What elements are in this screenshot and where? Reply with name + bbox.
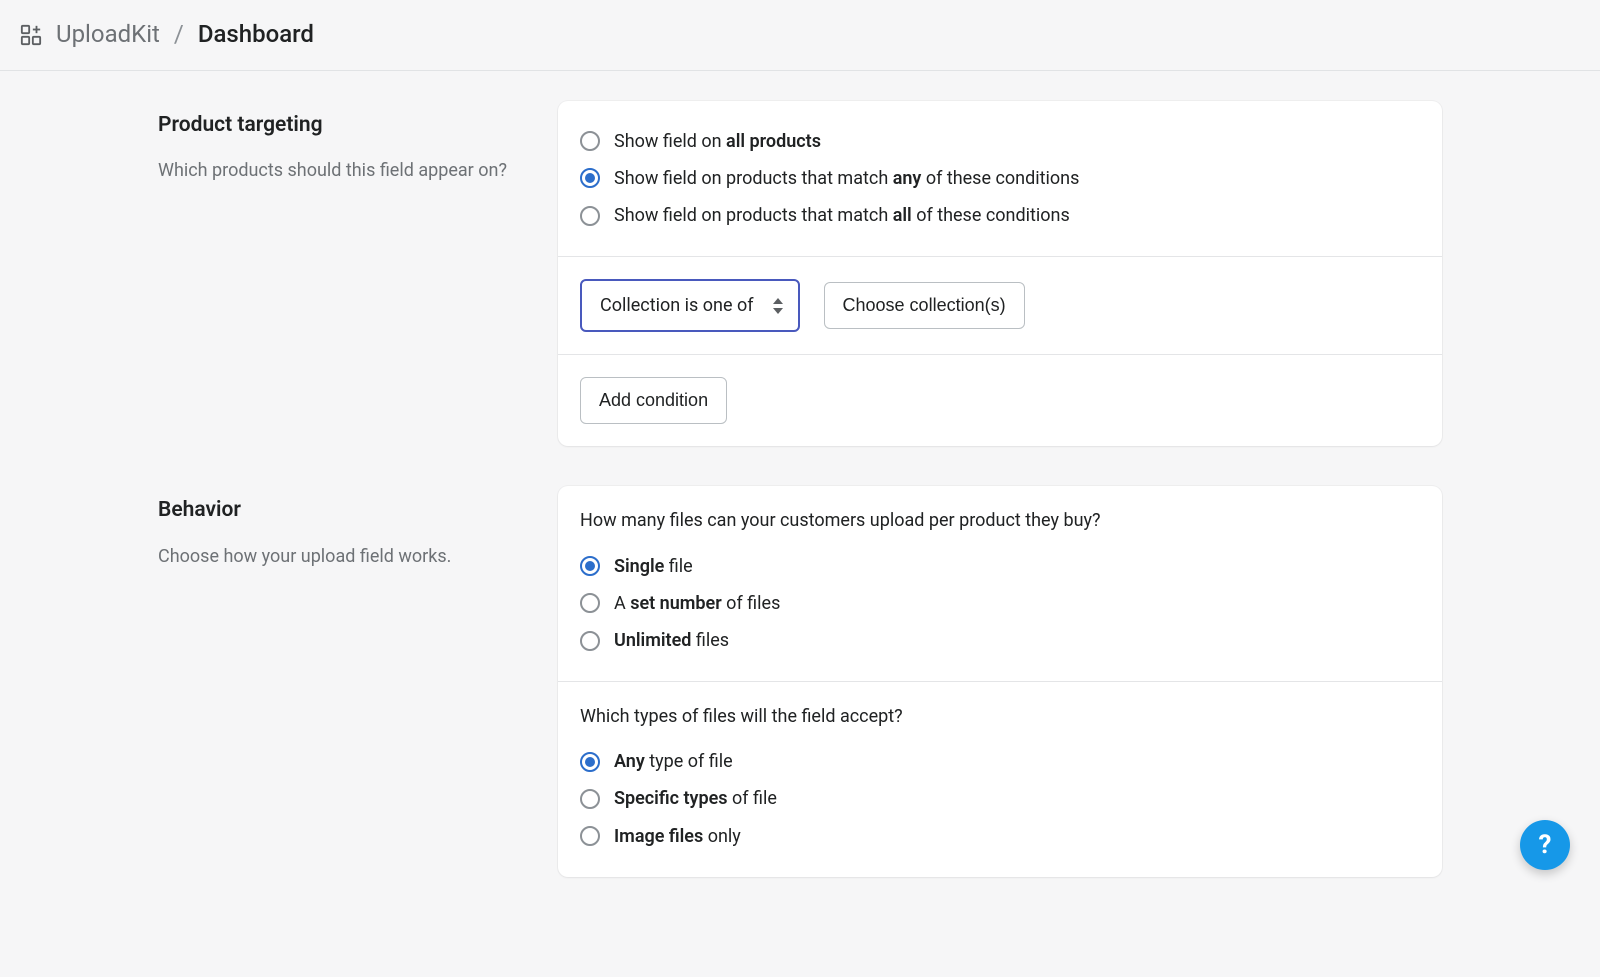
radio-label: Unlimited files: [614, 628, 1420, 653]
types-option-images[interactable]: Image files only: [580, 818, 1420, 855]
section-title: Behavior: [158, 496, 518, 525]
radio-icon: [580, 631, 600, 651]
radio-icon: [580, 593, 600, 613]
radio-label: Single file: [614, 554, 1420, 579]
section-subtitle: Which products should this field appear …: [158, 158, 518, 183]
section-title: Product targeting: [158, 111, 518, 140]
choose-collections-button[interactable]: Choose collection(s): [824, 282, 1025, 329]
section-product-targeting: Product targeting Which products should …: [158, 101, 1442, 447]
file-types-block: Which types of files will the field acce…: [558, 682, 1442, 877]
add-condition-button[interactable]: Add condition: [580, 377, 727, 424]
targeting-option-all-conditions[interactable]: Show field on products that match all of…: [580, 197, 1420, 234]
app-name[interactable]: UploadKit: [56, 18, 160, 52]
radio-label: Any type of file: [614, 749, 1420, 774]
radio-icon: [580, 826, 600, 846]
radio-icon: [580, 752, 600, 772]
page-body: Product targeting Which products should …: [0, 71, 1600, 977]
radio-label: Show field on products that match any of…: [614, 166, 1420, 191]
radio-label: Show field on all products: [614, 129, 1420, 154]
types-option-specific[interactable]: Specific types of file: [580, 780, 1420, 817]
radio-label: Image files only: [614, 824, 1420, 849]
radio-icon: [580, 206, 600, 226]
app-logo-icon: [20, 24, 42, 46]
breadcrumb-separator: /: [174, 18, 184, 52]
behavior-card: How many files can your customers upload…: [558, 486, 1442, 877]
section-subtitle: Choose how your upload field works.: [158, 544, 518, 569]
files-option-set-number[interactable]: A set number of files: [580, 585, 1420, 622]
targeting-option-any[interactable]: Show field on products that match any of…: [580, 160, 1420, 197]
types-option-any[interactable]: Any type of file: [580, 743, 1420, 780]
section-header: Product targeting Which products should …: [158, 101, 518, 184]
radio-label: A set number of files: [614, 591, 1420, 616]
radio-icon: [580, 789, 600, 809]
radio-icon: [580, 556, 600, 576]
targeting-options-block: Show field on all products Show field on…: [558, 101, 1442, 258]
select-chevron-icon: [772, 298, 784, 314]
radio-label: Specific types of file: [614, 786, 1420, 811]
section-header: Behavior Choose how your upload field wo…: [158, 486, 518, 569]
condition-type-select[interactable]: Collection is one of: [580, 279, 800, 332]
radio-icon: [580, 168, 600, 188]
topbar: UploadKit / Dashboard: [0, 0, 1600, 71]
types-question: Which types of files will the field acce…: [580, 704, 1420, 729]
targeting-card: Show field on all products Show field on…: [558, 101, 1442, 447]
help-button[interactable]: ?: [1520, 820, 1570, 870]
radio-label: Show field on products that match all of…: [614, 203, 1420, 228]
page-title: Dashboard: [198, 18, 314, 52]
help-icon: ?: [1539, 827, 1552, 863]
select-value: Collection is one of: [600, 295, 754, 316]
condition-row-block: Collection is one of Choose collection(s…: [558, 257, 1442, 355]
files-question: How many files can your customers upload…: [580, 508, 1420, 533]
radio-icon: [580, 131, 600, 151]
files-option-unlimited[interactable]: Unlimited files: [580, 622, 1420, 659]
targeting-option-all[interactable]: Show field on all products: [580, 123, 1420, 160]
files-count-block: How many files can your customers upload…: [558, 486, 1442, 682]
add-condition-block: Add condition: [558, 355, 1442, 446]
files-option-single[interactable]: Single file: [580, 548, 1420, 585]
section-behavior: Behavior Choose how your upload field wo…: [158, 486, 1442, 877]
